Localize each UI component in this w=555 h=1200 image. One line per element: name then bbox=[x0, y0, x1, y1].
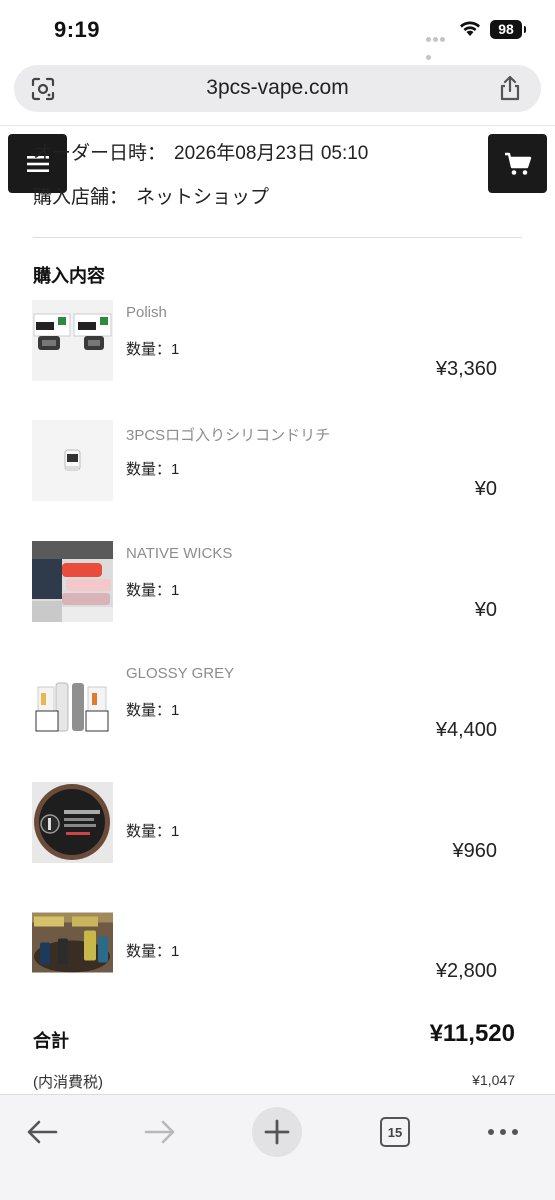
cart-button[interactable] bbox=[488, 134, 547, 193]
order-date-label: オーダー日時： bbox=[33, 143, 167, 164]
product-image[interactable] bbox=[32, 902, 113, 983]
back-button[interactable] bbox=[17, 1107, 67, 1157]
order-store-value: ネットショップ bbox=[136, 187, 270, 208]
more-button[interactable] bbox=[478, 1107, 528, 1157]
new-tab-button[interactable] bbox=[252, 1107, 302, 1157]
product-name[interactable]: NATIVE WICKS bbox=[126, 545, 232, 562]
battery-indicator: 98 bbox=[490, 20, 526, 39]
product-quantity: 数量：1 bbox=[126, 582, 180, 599]
more-dots-icon bbox=[488, 1129, 518, 1135]
plus-icon bbox=[264, 1119, 290, 1145]
product-quantity: 数量：1 bbox=[126, 461, 180, 478]
product-price: ¥3,360 bbox=[435, 358, 497, 380]
wifi-icon bbox=[460, 21, 480, 36]
status-bar: 9:19 98 bbox=[0, 0, 555, 60]
share-icon[interactable] bbox=[497, 74, 523, 102]
order-date-row: オーダー日時： 2026年08月23日 05:10 bbox=[33, 138, 368, 165]
product-quantity: 数量：1 bbox=[126, 341, 180, 358]
url-text[interactable]: 3pcs-vape.com bbox=[14, 76, 541, 100]
product-image[interactable] bbox=[32, 300, 113, 381]
tax-label: (内消費税) bbox=[33, 1074, 103, 1091]
status-time: 9:19 bbox=[54, 17, 101, 42]
divider bbox=[0, 125, 555, 126]
order-date-value: 2026年08月23日 05:10 bbox=[174, 143, 369, 164]
product-price: ¥0 bbox=[474, 478, 497, 500]
product-item[interactable]: 3PCSロゴ入りシリコンドリチ 数量：1 ¥0 bbox=[32, 420, 522, 530]
product-image[interactable] bbox=[32, 420, 113, 501]
product-price: ¥2,800 bbox=[435, 960, 497, 982]
forward-arrow-icon bbox=[144, 1120, 175, 1144]
product-image[interactable] bbox=[32, 661, 113, 742]
address-bar[interactable]: 3pcs-vape.com bbox=[14, 65, 541, 112]
back-arrow-icon bbox=[27, 1120, 58, 1144]
order-store-row: 購入店舗： ネットショップ bbox=[33, 182, 269, 209]
product-quantity: 数量：1 bbox=[126, 943, 180, 960]
tab-count: 15 bbox=[380, 1117, 410, 1147]
product-item[interactable]: NATIVE WICKS 数量：1 ¥0 bbox=[32, 541, 522, 651]
signal-dots-icon bbox=[426, 29, 452, 60]
divider bbox=[33, 237, 522, 238]
product-item[interactable]: 数量：1 ¥960 bbox=[32, 782, 522, 892]
product-item[interactable]: 数量：1 ¥2,800 bbox=[32, 902, 522, 1012]
product-name[interactable]: Polish bbox=[126, 304, 167, 321]
product-item[interactable]: GLOSSY GREY 数量：1 ¥4,400 bbox=[32, 661, 522, 771]
product-image[interactable] bbox=[32, 541, 113, 622]
product-quantity: 数量：1 bbox=[126, 823, 180, 840]
cart-icon bbox=[504, 152, 531, 175]
order-store-label: 購入店舗： bbox=[33, 187, 129, 208]
product-price: ¥4,400 bbox=[435, 719, 497, 741]
product-quantity: 数量：1 bbox=[126, 702, 180, 719]
total-value: ¥11,520 bbox=[429, 1020, 515, 1047]
product-price: ¥0 bbox=[474, 599, 497, 621]
product-name[interactable]: 3PCSロゴ入りシリコンドリチ bbox=[126, 424, 330, 445]
product-price: ¥960 bbox=[452, 840, 498, 862]
product-image[interactable] bbox=[32, 782, 113, 863]
tabs-button[interactable]: 15 bbox=[370, 1107, 420, 1157]
total-label: 合計 bbox=[33, 1031, 69, 1051]
product-name[interactable]: GLOSSY GREY bbox=[126, 665, 234, 682]
forward-button[interactable] bbox=[135, 1107, 185, 1157]
product-item[interactable]: Polish 数量：1 ¥3,360 bbox=[32, 300, 522, 410]
browser-toolbar: 15 bbox=[0, 1094, 555, 1200]
purchase-section-title: 購入内容 bbox=[33, 266, 105, 286]
tax-value: ¥1,047 bbox=[472, 1072, 515, 1088]
